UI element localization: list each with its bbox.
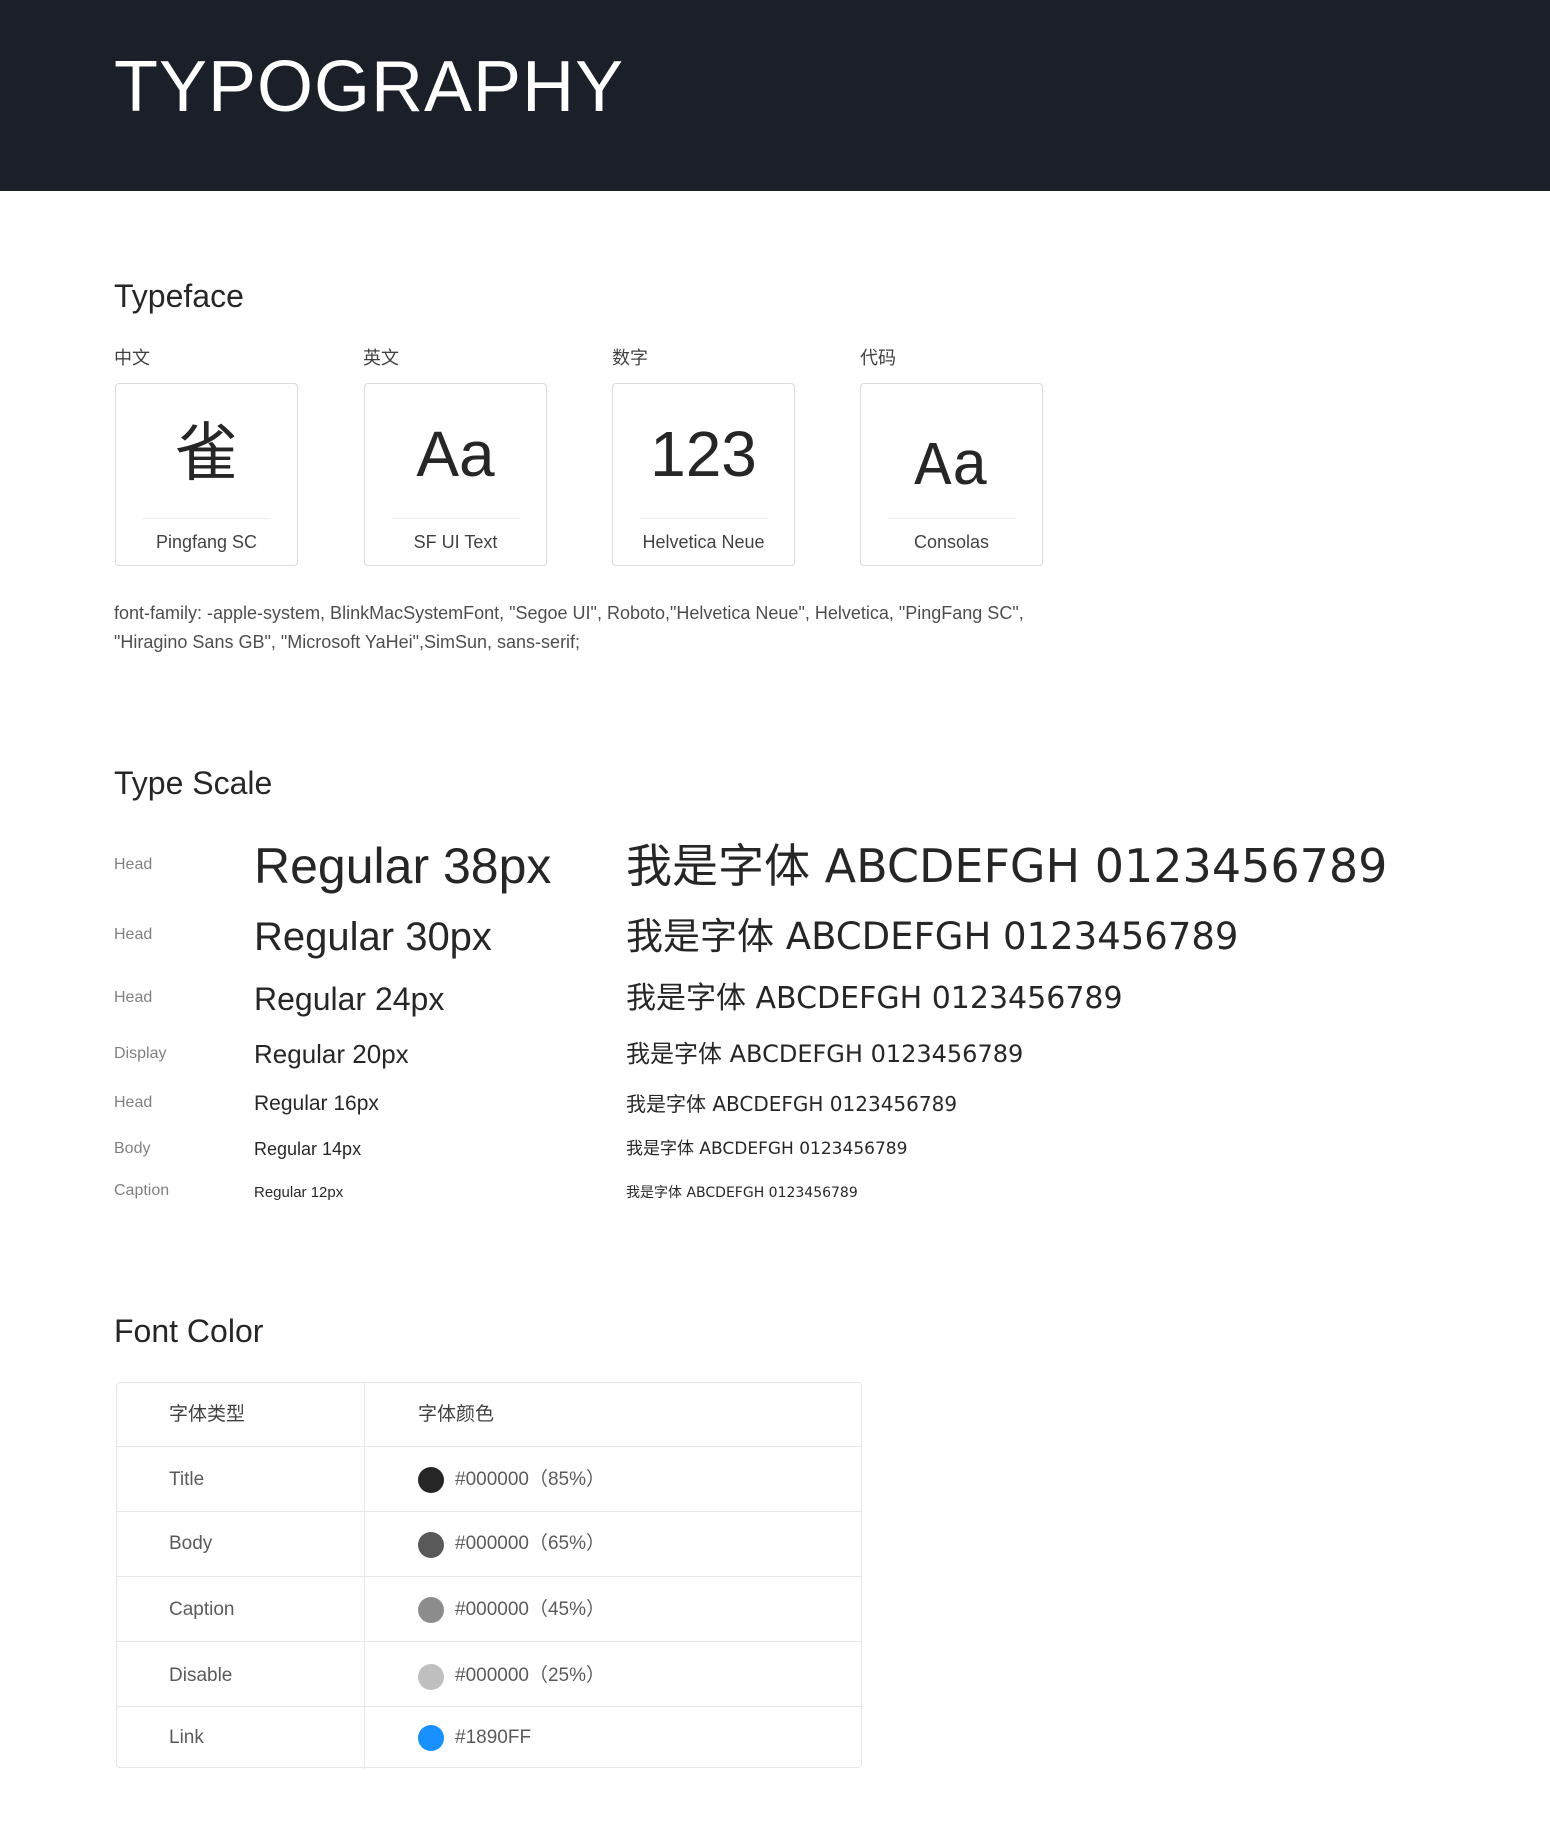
scale-label: Head <box>114 989 153 1006</box>
column-header-type: 字体类型 <box>169 1404 246 1425</box>
typeface-glyph: Aa <box>416 418 495 490</box>
scale-name: Regular 20px <box>254 1039 409 1069</box>
scale-sample: 我是字体 ABCDEFGH 0123456789 <box>626 1092 958 1116</box>
typeface-font-name: Consolas <box>913 532 990 552</box>
font-type-cell: Disable <box>169 1665 233 1686</box>
typeface-card-code: Aa Consolas <box>860 383 1043 566</box>
scale-sample: 我是字体 ABCDEFGH 0123456789 <box>626 1139 908 1159</box>
typeface-card-numbers: 123 Helvetica Neue <box>612 383 795 566</box>
typeface-section-title: Typeface <box>114 278 244 314</box>
table-row: Body #000000（65%） <box>117 1512 861 1577</box>
typeface-label-numbers: 数字 <box>612 348 648 368</box>
card-divider <box>887 518 1016 519</box>
scale-label: Head <box>114 1094 153 1111</box>
table-row: Disable #000000（25%） <box>117 1642 861 1707</box>
table-row: Caption #000000（45%） <box>117 1577 861 1642</box>
color-value-cell: #000000（45%） <box>455 1599 605 1620</box>
color-swatch <box>418 1725 444 1751</box>
scale-name: Regular 30px <box>254 915 492 959</box>
typeface-font-name: SF UI Text <box>413 532 498 552</box>
font-type-cell: Link <box>169 1727 204 1748</box>
font-color-section-title: Font Color <box>114 1313 264 1349</box>
color-swatch <box>418 1532 444 1558</box>
page-title: TYPOGRAPHY <box>114 47 625 127</box>
font-type-cell: Body <box>169 1533 213 1554</box>
scale-name: Regular 16px <box>254 1092 379 1115</box>
card-divider <box>391 518 520 519</box>
color-value-cell: #000000（85%） <box>455 1469 605 1490</box>
card-divider <box>639 518 768 519</box>
color-swatch <box>418 1597 444 1623</box>
scale-sample: 我是字体 ABCDEFGH 0123456789 <box>626 1185 858 1201</box>
scale-label: Caption <box>114 1182 170 1199</box>
color-swatch <box>418 1664 444 1690</box>
scale-name: Regular 12px <box>254 1184 344 1201</box>
typeface-glyph: 雀 <box>174 417 239 491</box>
color-value-cell: #000000（25%） <box>455 1665 605 1686</box>
font-type-cell: Title <box>169 1469 205 1490</box>
font-type-cell: Caption <box>169 1599 235 1620</box>
card-divider <box>142 518 271 519</box>
typeface-label-code: 代码 <box>860 348 896 368</box>
scale-name: Regular 24px <box>254 981 445 1017</box>
typeface-card-english: Aa SF UI Text <box>364 383 547 566</box>
typeface-glyph: 123 <box>650 418 757 490</box>
typeface-label-chinese: 中文 <box>114 348 150 368</box>
typeface-label-english: 英文 <box>363 348 399 368</box>
typeface-card-chinese: 雀 Pingfang SC <box>115 383 298 566</box>
typeface-font-name: Pingfang SC <box>155 532 258 552</box>
table-row: Link #1890FF <box>117 1707 861 1769</box>
page-header: TYPOGRAPHY <box>0 0 1550 191</box>
scale-label: Head <box>114 926 153 943</box>
scale-sample: 我是字体 ABCDEFGH 0123456789 <box>626 839 1388 893</box>
table-header-row: 字体类型 字体颜色 <box>117 1383 861 1447</box>
table-row: Title #000000（85%） <box>117 1447 861 1512</box>
typeface-font-name: Helvetica Neue <box>642 532 765 552</box>
font-color-table: 字体类型 字体颜色 Title #000000（85%） Body #00000… <box>116 1382 862 1769</box>
scale-label: Head <box>114 856 153 873</box>
scale-name: Regular 14px <box>254 1139 362 1159</box>
font-family-note: font-family: -apple-system, BlinkMacSyst… <box>114 603 1024 652</box>
color-swatch <box>418 1467 444 1493</box>
color-value-cell: #1890FF <box>455 1727 532 1748</box>
scale-sample: 我是字体 ABCDEFGH 0123456789 <box>626 981 1123 1016</box>
color-value-cell: #000000（65%） <box>455 1533 605 1554</box>
scale-label: Display <box>114 1045 167 1062</box>
typeface-glyph: Aa <box>914 432 989 503</box>
type-scale-section-title: Type Scale <box>114 765 273 801</box>
scale-sample: 我是字体 ABCDEFGH 0123456789 <box>626 915 1239 958</box>
scale-name: Regular 38px <box>254 838 552 894</box>
scale-label: Body <box>114 1140 151 1157</box>
column-header-color: 字体颜色 <box>418 1404 495 1425</box>
scale-sample: 我是字体 ABCDEFGH 0123456789 <box>626 1040 1024 1068</box>
